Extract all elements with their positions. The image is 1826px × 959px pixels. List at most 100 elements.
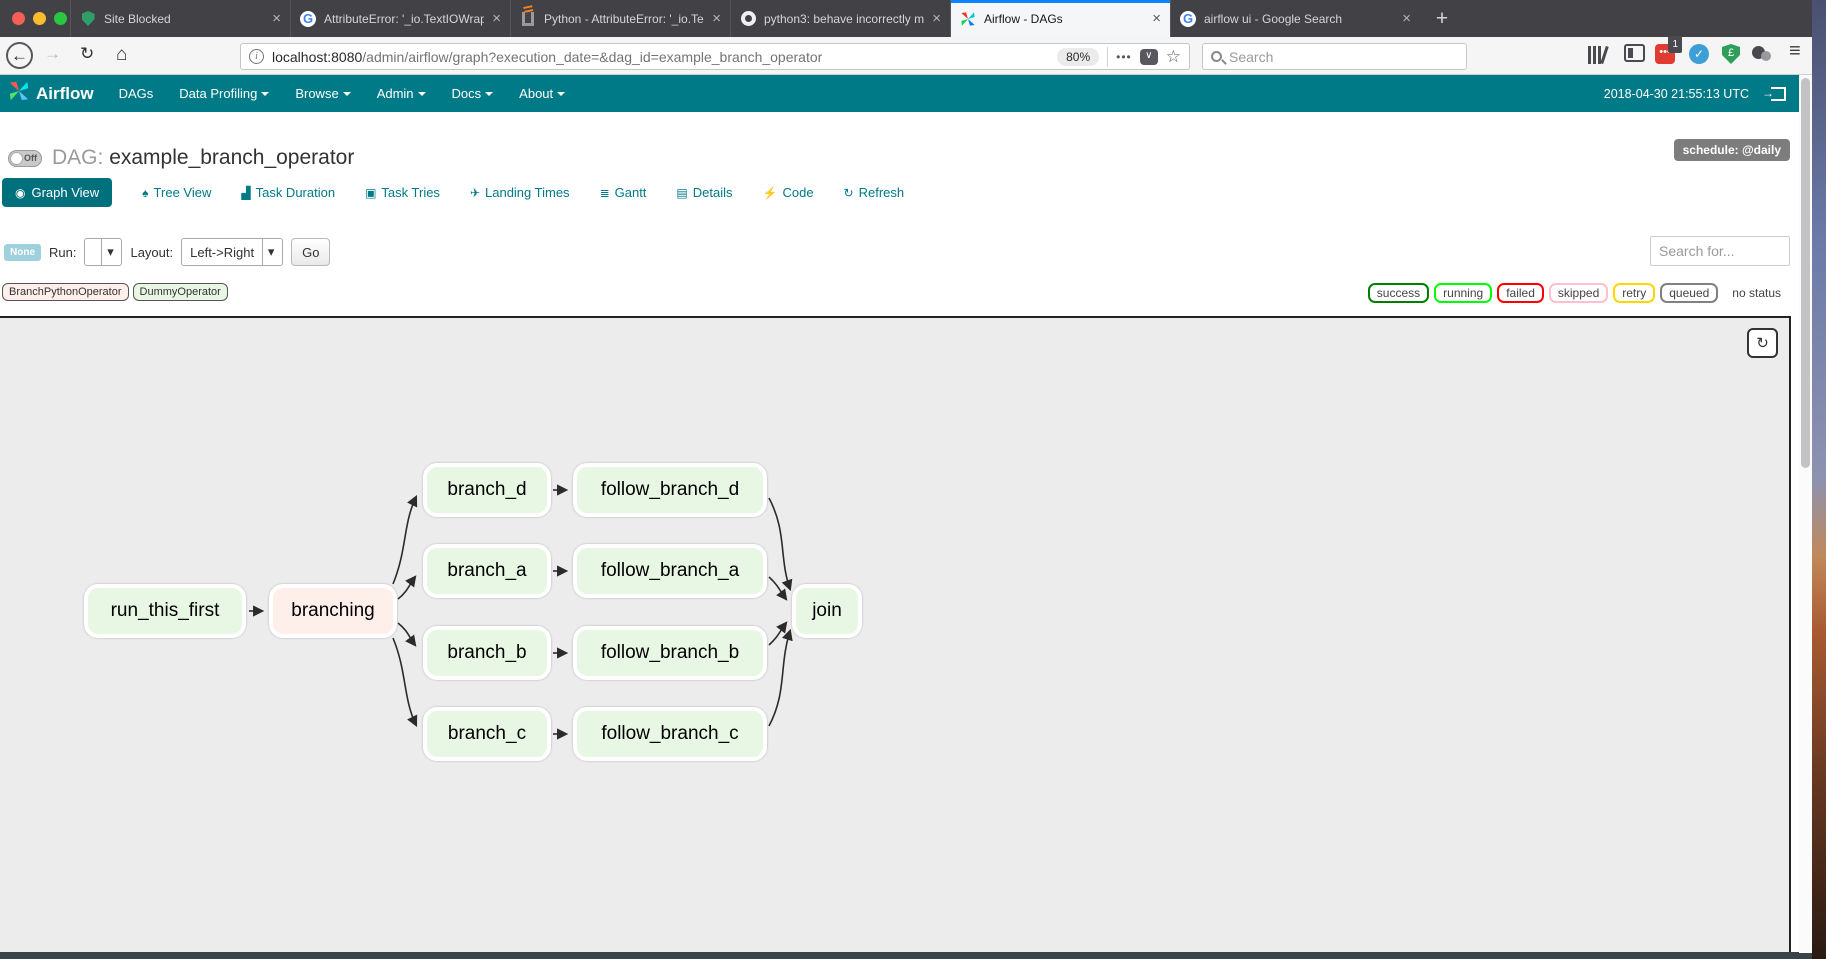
task-node-follow-branch-a[interactable]: follow_branch_a: [573, 544, 767, 598]
dag-pause-toggle[interactable]: Off: [8, 150, 42, 167]
task-node-follow-branch-d[interactable]: follow_branch_d: [573, 463, 767, 517]
task-node-branching[interactable]: branching: [269, 584, 397, 638]
google-icon: G: [300, 11, 316, 27]
home-button[interactable]: ⌂: [116, 44, 127, 66]
zoom-level-indicator[interactable]: 80%: [1057, 48, 1099, 66]
task-node-branch-d[interactable]: branch_d: [423, 463, 551, 517]
adblock-extension-icon[interactable]: ••• 1: [1655, 44, 1675, 64]
task-node-branch-b[interactable]: branch_b: [423, 626, 551, 680]
go-button[interactable]: Go: [291, 238, 330, 266]
tab-close-icon[interactable]: ×: [1402, 10, 1411, 27]
tab-airflow-dags[interactable]: Airflow - DAGs ×: [950, 0, 1170, 37]
logout-icon[interactable]: [1771, 87, 1786, 101]
task-tries-icon: ▣: [365, 186, 376, 200]
layout-label: Layout:: [130, 245, 173, 260]
new-tab-button[interactable]: +: [1420, 0, 1464, 37]
url-bar[interactable]: i localhost:8080/admin/airflow/graph?exe…: [240, 43, 1190, 70]
zoom-window-button[interactable]: [54, 12, 67, 25]
close-window-button[interactable]: [12, 12, 25, 25]
page-title: DAG: example_branch_operator: [52, 146, 354, 170]
scrollbar-thumb[interactable]: [1801, 78, 1810, 468]
operator-legend: BranchPythonOperator DummyOperator: [2, 283, 228, 301]
divider: [1107, 47, 1108, 67]
legend-branch-python-operator: BranchPythonOperator: [2, 283, 129, 301]
stackoverflow-icon: [520, 11, 536, 27]
status-legend: success running failed skipped retry que…: [1368, 283, 1790, 303]
airflow-icon: [960, 11, 976, 27]
tab-close-icon[interactable]: ×: [712, 10, 721, 27]
tab-landing-times[interactable]: ✈ Landing Times: [470, 185, 570, 200]
run-status-badge: None: [4, 244, 41, 261]
task-duration-icon: ▟: [241, 186, 250, 200]
task-node-follow-branch-c[interactable]: follow_branch_c: [573, 707, 767, 761]
reload-button[interactable]: ↻: [80, 44, 94, 64]
pocket-icon[interactable]: ∨: [1140, 49, 1158, 65]
airflow-brand[interactable]: Airflow: [0, 80, 106, 107]
tab-close-icon[interactable]: ×: [492, 10, 501, 27]
spheres-extension-icon[interactable]: [1752, 44, 1774, 64]
tab-stackoverflow[interactable]: Python - AttributeError: '_io.Te ×: [510, 0, 730, 37]
hamburger-menu-icon[interactable]: ≡: [1789, 40, 1811, 60]
browser-search-input[interactable]: [1229, 49, 1458, 65]
minimize-window-button[interactable]: [33, 12, 46, 25]
airflow-logo-icon: [8, 80, 30, 107]
traffic-lights: [0, 0, 70, 37]
tab-tree-view[interactable]: ♠ Tree View: [142, 185, 211, 200]
task-node-branch-c[interactable]: branch_c: [423, 707, 551, 761]
tab-google-search[interactable]: G airflow ui - Google Search ×: [1170, 0, 1420, 37]
bookmark-star-icon[interactable]: ☆: [1166, 47, 1181, 67]
chevron-down-icon: [418, 92, 426, 96]
tab-site-blocked[interactable]: Site Blocked ×: [70, 0, 290, 37]
page-info-icon[interactable]: i: [249, 49, 264, 64]
chevron-down-icon: [343, 92, 351, 96]
details-icon: ▤: [676, 186, 687, 200]
tab-close-icon[interactable]: ×: [272, 10, 281, 27]
browser-search-bar[interactable]: [1202, 43, 1467, 70]
back-button[interactable]: ←: [6, 42, 33, 69]
blue-extension-icon[interactable]: ✓: [1689, 44, 1709, 64]
chevron-down-icon: [485, 92, 493, 96]
sidebar-toggle-icon[interactable]: [1624, 44, 1645, 62]
tab-github[interactable]: python3: behave incorrectly mo ×: [730, 0, 950, 37]
nav-item-data-profiling[interactable]: Data Profiling: [166, 75, 282, 112]
task-node-run-this-first[interactable]: run_this_first: [84, 584, 246, 638]
tab-title: Python - AttributeError: '_io.Te: [544, 12, 704, 26]
nav-item-about[interactable]: About: [506, 75, 578, 112]
graph-controls: None Run: ▾ Layout: Left->Right ▾ Go: [4, 238, 330, 266]
graph-refresh-button[interactable]: ↻: [1747, 328, 1778, 358]
url-text[interactable]: localhost:8080/admin/airflow/graph?execu…: [272, 49, 1049, 65]
schedule-badge: schedule: @daily: [1674, 139, 1790, 161]
nav-item-admin[interactable]: Admin: [364, 75, 439, 112]
chevron-down-icon: ▾: [101, 239, 118, 265]
nav-item-dags[interactable]: DAGs: [106, 75, 167, 112]
legend-retry: retry: [1613, 283, 1655, 303]
utc-clock: 2018-04-30 21:55:13 UTC: [1604, 87, 1749, 101]
tab-attributeerror-google[interactable]: G AttributeError: '_io.TextIOWrapp ×: [290, 0, 510, 37]
tab-task-tries[interactable]: ▣ Task Tries: [365, 185, 440, 200]
tab-gantt[interactable]: ≣ Gantt: [600, 185, 647, 200]
task-search-input[interactable]: [1650, 236, 1790, 266]
tab-details[interactable]: ▤ Details: [676, 185, 732, 200]
task-node-join[interactable]: join: [792, 584, 862, 638]
tab-task-duration[interactable]: ▟ Task Duration: [241, 185, 335, 200]
tab-refresh[interactable]: ↻ Refresh: [844, 185, 905, 200]
tab-close-icon[interactable]: ×: [932, 10, 941, 27]
google-icon: G: [1180, 11, 1196, 27]
window-bottom-edge: [0, 952, 1812, 959]
run-select[interactable]: ▾: [84, 238, 122, 266]
legend-running: running: [1434, 283, 1492, 303]
chevron-down-icon: ▾: [262, 239, 279, 265]
task-node-branch-a[interactable]: branch_a: [423, 544, 551, 598]
landing-times-icon: ✈: [470, 186, 480, 200]
tab-close-icon[interactable]: ×: [1152, 10, 1161, 27]
layout-select[interactable]: Left->Right ▾: [181, 238, 283, 266]
task-node-follow-branch-b[interactable]: follow_branch_b: [573, 626, 767, 680]
tab-code[interactable]: ⚡ Code: [763, 185, 814, 200]
library-icon[interactable]: [1588, 44, 1610, 64]
page-actions-icon[interactable]: •••: [1116, 50, 1132, 64]
tab-bar: Site Blocked × G AttributeError: '_io.Te…: [0, 0, 1812, 37]
tab-graph-view[interactable]: ◉ Graph View: [2, 178, 112, 207]
nav-item-docs[interactable]: Docs: [439, 75, 507, 112]
nav-item-browse[interactable]: Browse: [282, 75, 363, 112]
forward-button[interactable]: →: [44, 44, 61, 64]
